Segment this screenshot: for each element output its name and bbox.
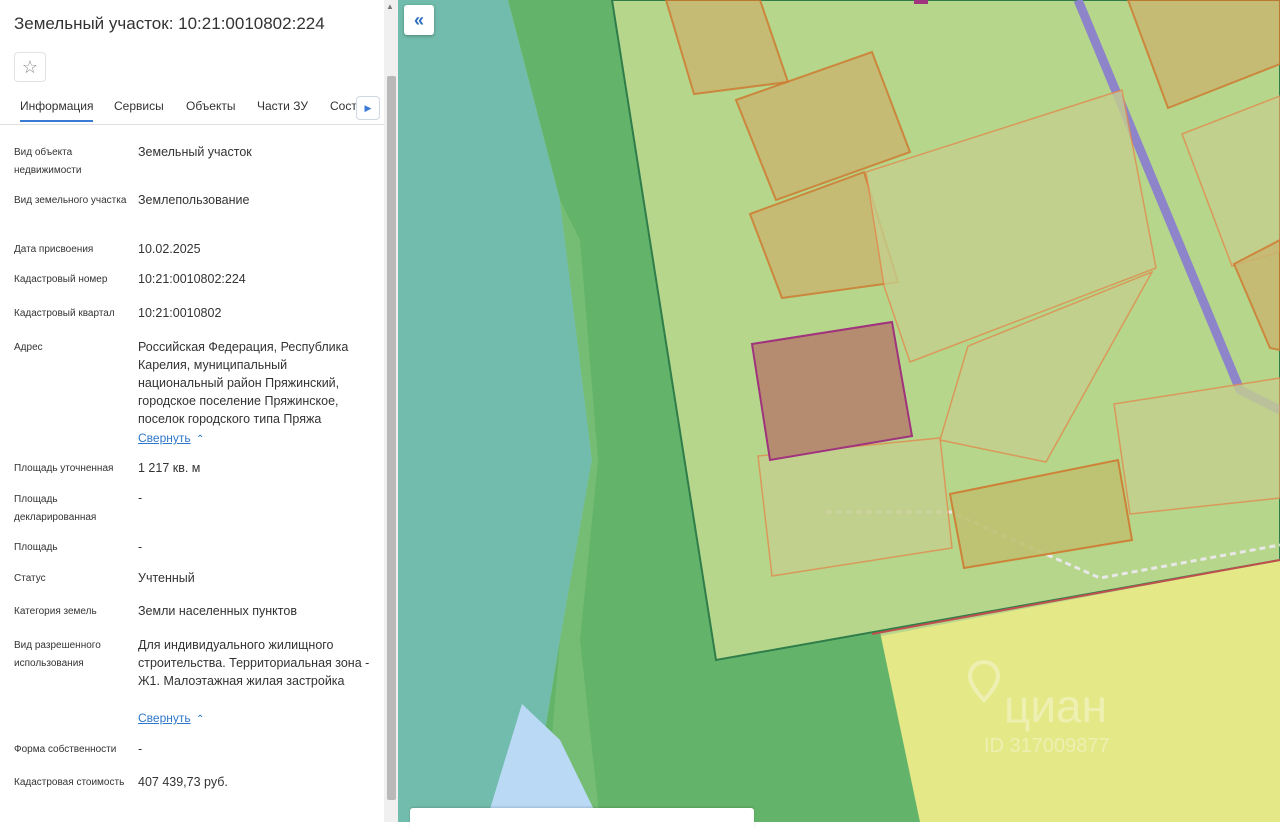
map-view[interactable]: циан ID 317009877 [398, 0, 1280, 822]
value-area-declared: - [138, 491, 143, 505]
label-cadastral-quarter: Кадастровый квартал [14, 308, 115, 319]
tab-scroll-right-icon[interactable]: ▶ [356, 96, 380, 120]
scroll-up-arrow-icon[interactable]: ▲ [386, 2, 394, 11]
label-land-category: Категория земель [14, 606, 97, 617]
value-area-precise: 1 217 кв. м [138, 461, 201, 475]
value-cadastral-quarter: 10:21:0010802 [138, 306, 222, 320]
selected-parcel [750, 320, 914, 462]
watermark-text: циан [1004, 680, 1107, 732]
label-cadastral-number: Кадастровый номер [14, 274, 108, 285]
favorite-star-icon[interactable]: ☆ [14, 52, 46, 82]
label-area-declared: Площадь декларированная [14, 494, 97, 523]
panel-scrollbar-thumb[interactable] [387, 76, 396, 800]
value-ownership: - [138, 742, 143, 756]
collapse-panel-icon[interactable]: « [404, 5, 434, 35]
value-area: - [138, 540, 143, 554]
collapse-permitted-use-link[interactable]: Свернуть [138, 711, 191, 725]
tab-objects[interactable]: Объекты [186, 99, 236, 113]
value-object-type: Земельный участок [138, 145, 252, 159]
chevron-up-icon[interactable]: ⌃ [196, 714, 204, 725]
label-cadastral-value: Кадастровая стоимость [14, 777, 125, 788]
value-status: Учтенный [138, 571, 195, 585]
watermark-id: ID 317009877 [984, 735, 1110, 757]
value-cadastral-value: 407 439,73 руб. [138, 775, 228, 789]
value-cadastral-number: 10:21:0010802:224 [138, 272, 246, 286]
label-ownership: Форма собственности [14, 744, 117, 755]
map-bottom-bar[interactable] [410, 808, 754, 828]
value-address: Российская Федерация, Республика Карелия… [138, 340, 349, 426]
tab-info[interactable]: Информация [20, 99, 94, 122]
collapse-address-link[interactable]: Свернуть [138, 431, 191, 445]
value-assign-date: 10.02.2025 [138, 242, 201, 256]
label-land-type: Вид земельного участка [14, 195, 127, 206]
label-status: Статус [14, 573, 46, 584]
info-panel: Земельный участок: 10:21:0010802:224 ☆ И… [0, 0, 398, 822]
value-land-category: Земли населенных пунктов [138, 604, 297, 618]
tab-bar: Информация Сервисы Объекты Части ЗУ Сост… [0, 92, 384, 125]
tab-services[interactable]: Сервисы [114, 99, 164, 113]
value-land-type: Землепользование [138, 193, 250, 207]
label-area-precise: Площадь уточненная [14, 463, 114, 474]
map-canvas[interactable]: циан ID 317009877 [398, 0, 1280, 822]
label-area: Площадь [14, 542, 58, 553]
label-assign-date: Дата присвоения [14, 244, 94, 255]
label-address: Адрес [14, 342, 43, 353]
page-title: Земельный участок: 10:21:0010802:224 [14, 14, 325, 33]
label-permitted-use: Вид разрешенного использования [14, 640, 101, 669]
value-permitted-use: Для индивидуального жилищного строительс… [138, 638, 370, 688]
parcel-marker [914, 0, 928, 4]
tab-parts[interactable]: Части ЗУ [257, 99, 308, 113]
chevron-up-icon[interactable]: ⌃ [196, 434, 204, 445]
label-object-type: Вид объекта недвижимости [14, 147, 82, 176]
